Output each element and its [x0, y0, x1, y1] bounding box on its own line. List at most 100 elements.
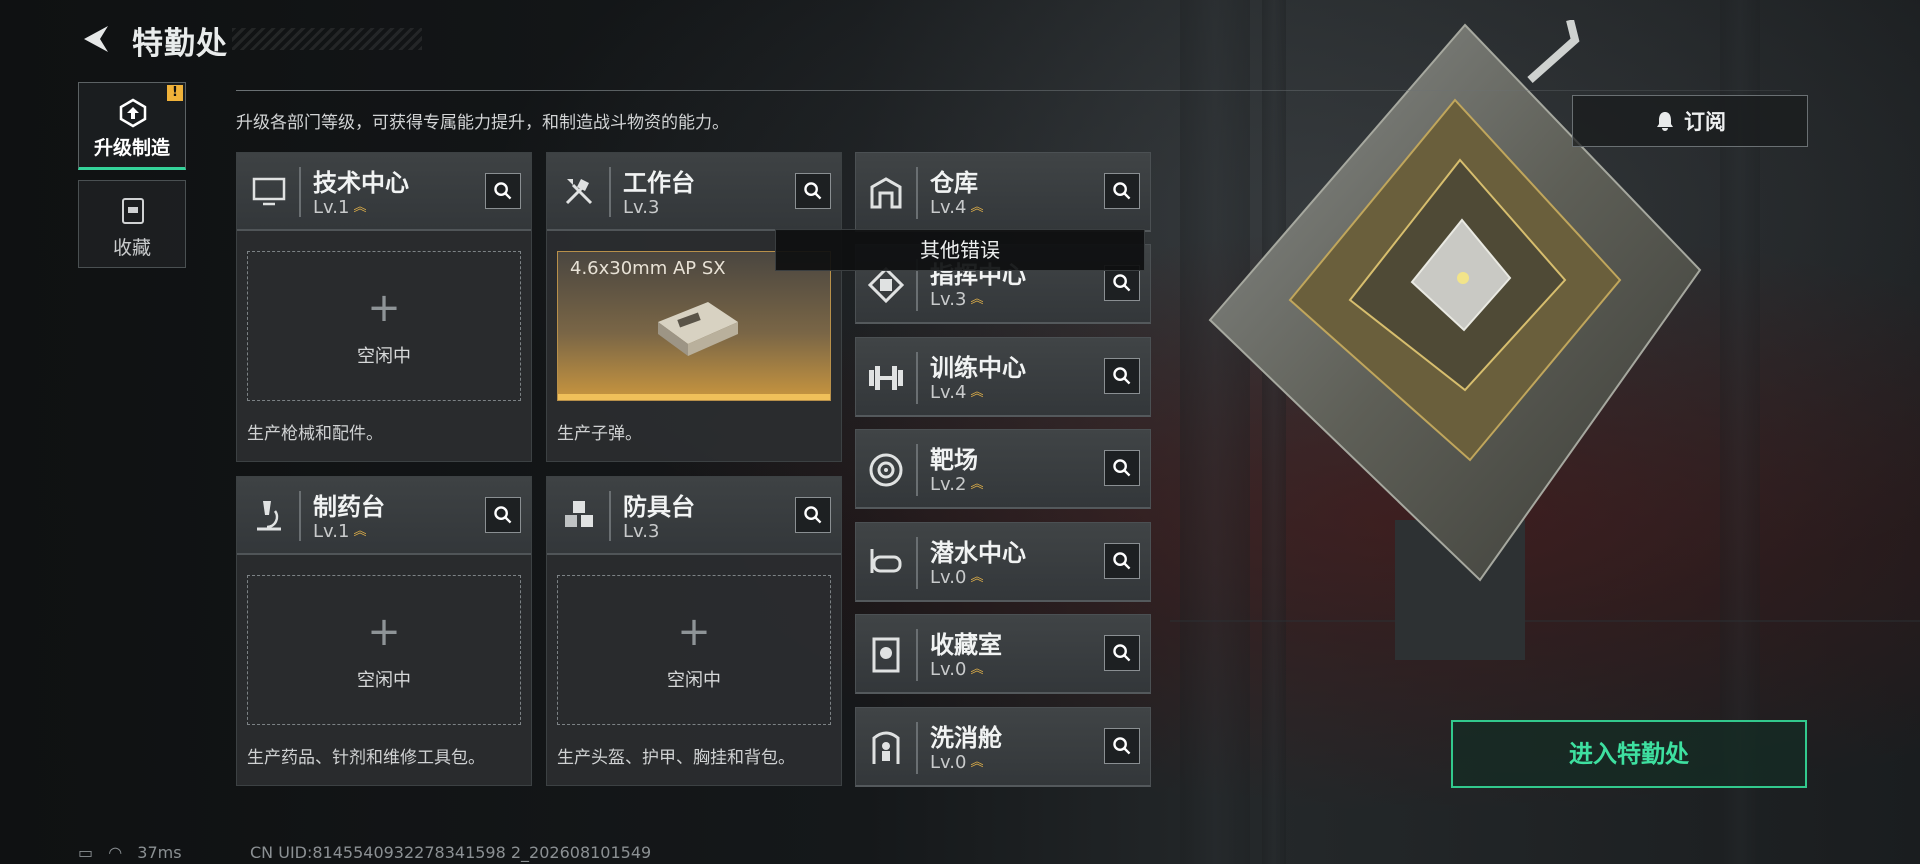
list-item-level: Lv.2 ︽	[930, 474, 984, 495]
list-item-level: Lv.0 ︽	[930, 659, 984, 680]
dept-list-item[interactable]: 收藏室 Lv.0 ︽	[855, 614, 1151, 694]
card-description: 生产药品、针剂和维修工具包。	[247, 748, 485, 768]
production-slot[interactable]: + 空闲中	[557, 575, 831, 725]
warning-badge: !	[167, 85, 183, 101]
wifi-icon: ◠	[108, 843, 123, 862]
upgrade-chevron-icon: ︽	[970, 477, 984, 492]
list-item-title: 潜水中心	[930, 539, 1026, 567]
search-icon[interactable]	[1104, 173, 1140, 209]
separator	[916, 722, 918, 774]
upgrade-chevron-icon: ︽	[970, 200, 984, 215]
enter-special-ops-button[interactable]: 进入特勤处	[1451, 720, 1807, 788]
armor-cubes-icon	[565, 501, 593, 527]
slot-status: 空闲中	[667, 670, 721, 691]
separator	[916, 167, 918, 219]
card-description: 生产子弹。	[557, 424, 642, 444]
collection-icon	[872, 637, 900, 673]
plus-icon: +	[367, 285, 401, 331]
card-level: Lv.1 ︽	[313, 197, 367, 218]
list-item-level: Lv.0 ︽	[930, 752, 984, 773]
dept-list-item[interactable]: 靶场 Lv.2 ︽	[855, 429, 1151, 509]
status-bar: ▭ ◠ 37ms	[78, 843, 192, 862]
production-progress	[558, 394, 830, 400]
monitor-icon	[252, 177, 286, 206]
production-slot-active[interactable]: 4.6x30mm AP SX	[557, 251, 831, 401]
bell-icon	[1657, 112, 1673, 131]
nav-label: 升级制造	[93, 137, 170, 159]
dept-card-pharmacy: 制药台 Lv.1 ︽ + 空闲中 生产药品、针剂和维修工具包。	[236, 476, 532, 786]
title-decoration	[232, 28, 422, 50]
product-name: 4.6x30mm AP SX	[570, 258, 726, 279]
dept-list-item[interactable]: 潜水中心 Lv.0 ︽	[855, 522, 1151, 602]
upgrade-chevron-icon: ︽	[970, 662, 984, 677]
nav-label: 收藏	[112, 237, 151, 259]
separator	[916, 537, 918, 589]
nav-collection[interactable]: 收藏	[78, 180, 186, 268]
list-item-level: Lv.4 ︽	[930, 197, 984, 218]
back-icon[interactable]	[78, 22, 112, 56]
card-header[interactable]: 制药台 Lv.1 ︽	[237, 477, 531, 555]
subscribe-button[interactable]: 订阅	[1572, 95, 1808, 147]
dept-list-item[interactable]: 洗消舱 Lv.0 ︽	[855, 707, 1151, 787]
list-item-level: Lv.0 ︽	[930, 567, 984, 588]
command-icon	[867, 266, 905, 304]
search-icon[interactable]	[1104, 450, 1140, 486]
card-header[interactable]: 工作台 Lv.3	[547, 153, 841, 231]
target-icon	[869, 453, 903, 487]
card-description: 生产枪械和配件。	[247, 424, 383, 444]
search-icon[interactable]	[795, 173, 831, 209]
card-header[interactable]: 防具台 Lv.3	[547, 477, 841, 555]
page-description: 升级各部门等级，可获得专属能力提升，和制造战斗物资的能力。	[236, 113, 729, 133]
header-divider	[236, 90, 1791, 91]
dept-list-item[interactable]: 训练中心 Lv.4 ︽	[855, 337, 1151, 417]
list-item-level: Lv.4 ︽	[930, 382, 984, 403]
card-level: Lv.3	[623, 197, 660, 218]
search-icon[interactable]	[1104, 728, 1140, 764]
list-item-title: 训练中心	[930, 354, 1026, 382]
upgrade-icon	[119, 98, 147, 128]
search-icon[interactable]	[1104, 358, 1140, 394]
search-icon[interactable]	[485, 173, 521, 209]
dept-card-tech-center: 技术中心 Lv.1 ︽ + 空闲中 生产枪械和配件。	[236, 152, 532, 462]
production-slot[interactable]: + 空闲中	[247, 575, 521, 725]
upgrade-chevron-icon: ︽	[970, 755, 984, 770]
card-level: Lv.3	[623, 521, 660, 542]
search-icon[interactable]	[485, 497, 521, 533]
separator	[916, 352, 918, 404]
page-title: 特勤处	[132, 26, 228, 62]
list-item-level: Lv.3 ︽	[930, 289, 984, 310]
list-item-title: 仓库	[930, 169, 978, 197]
nav-upgrade-craft[interactable]: ! 升级制造	[78, 82, 186, 170]
slot-status: 空闲中	[357, 346, 411, 367]
card-title: 技术中心	[313, 169, 409, 197]
list-item-title: 靶场	[930, 446, 978, 474]
dumbbell-icon	[869, 366, 903, 390]
card-title: 工作台	[623, 169, 695, 197]
subscribe-label: 订阅	[1684, 110, 1726, 134]
search-icon[interactable]	[795, 497, 831, 533]
card-title: 制药台	[313, 493, 385, 521]
dept-card-workbench: 工作台 Lv.3 4.6x30mm AP SX 生产子弹。	[546, 152, 842, 462]
separator	[916, 444, 918, 496]
diving-mask-icon	[870, 549, 902, 573]
decontamination-icon	[872, 731, 900, 764]
uid-text: CN UID:8145540932278341598 2_20260810154…	[250, 843, 652, 862]
error-tooltip: 其他错误	[775, 229, 1145, 271]
list-item-title: 收藏室	[930, 631, 1002, 659]
slot-status: 空闲中	[357, 670, 411, 691]
battery-icon: ▭	[78, 843, 94, 862]
production-slot[interactable]: + 空闲中	[247, 251, 521, 401]
search-icon[interactable]	[1104, 635, 1140, 671]
upgrade-chevron-icon: ︽	[970, 570, 984, 585]
plus-icon: +	[367, 609, 401, 655]
microscope-icon	[257, 501, 281, 531]
dept-list-item[interactable]: 仓库 Lv.4 ︽	[855, 152, 1151, 232]
search-icon[interactable]	[1104, 543, 1140, 579]
ping-value: 37ms	[137, 843, 182, 862]
tools-icon	[565, 179, 593, 205]
list-item-title: 洗消舱	[930, 724, 1002, 752]
upgrade-chevron-icon: ︽	[970, 385, 984, 400]
plus-icon: +	[677, 609, 711, 655]
card-header[interactable]: 技术中心 Lv.1 ︽	[237, 153, 531, 231]
card-level: Lv.1 ︽	[313, 521, 367, 542]
